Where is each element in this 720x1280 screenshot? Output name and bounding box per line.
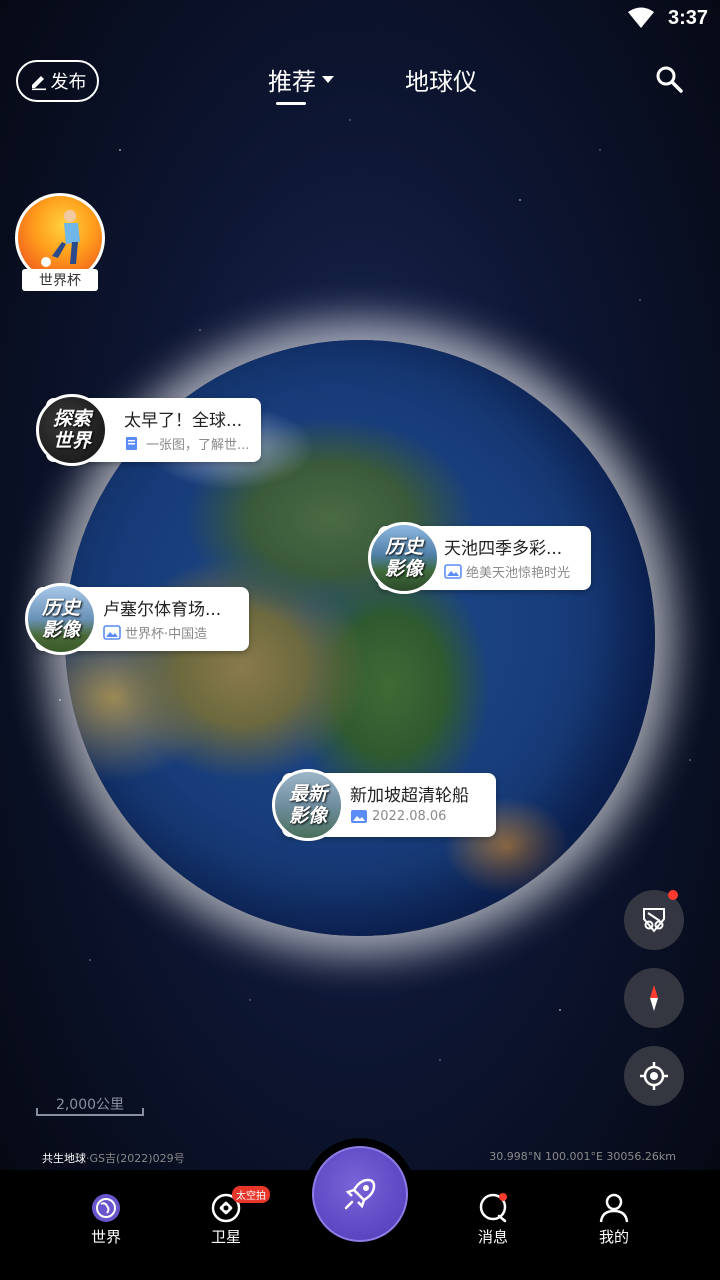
scale-bar: [36, 1108, 144, 1116]
card-thumbnail: 历史 影像: [25, 583, 97, 655]
space-photo-badge: 太空拍: [232, 1186, 270, 1203]
nav-messages[interactable]: 消息: [453, 1192, 533, 1247]
image-icon: [351, 810, 367, 823]
status-bar: 3:37: [0, 0, 720, 38]
status-time: 3:37: [667, 7, 708, 29]
tab-globe-label: 地球仪: [405, 68, 477, 96]
launch-button[interactable]: [312, 1146, 408, 1242]
card-subtitle-text: 世界杯·中国造: [125, 627, 208, 642]
card-subtitle-text: 2022.08.06: [372, 809, 447, 824]
map-scale: 2,000公里: [36, 1094, 144, 1116]
thumb-line-2: 影像: [288, 805, 327, 827]
story-card[interactable]: 最新 影像 新加坡超清轮船 2022.08.06: [272, 769, 496, 841]
globe-icon: [92, 1194, 120, 1222]
nav-profile[interactable]: 我的: [574, 1192, 654, 1247]
article-icon: [126, 437, 137, 450]
story-card[interactable]: 历史 影像 卢塞尔体育场... 世界杯·中国造: [25, 583, 249, 655]
card-thumbnail: 探索 世界: [36, 394, 108, 466]
card-subtitle-text: 绝美天池惊艳时光: [466, 566, 571, 581]
world-cup-label: 世界杯: [22, 269, 98, 291]
card-subtitle: 2022.08.06: [350, 809, 446, 824]
image-icon: [444, 564, 462, 579]
nav-satellite-label: 卫星: [210, 1228, 241, 1246]
copyright-license: ·GS吉(2022)029号: [86, 1152, 185, 1165]
card-title: 卢塞尔体育场...: [103, 600, 222, 620]
search-icon[interactable]: [654, 64, 684, 94]
card-title: 天池四季多彩...: [444, 539, 563, 559]
tab-globe[interactable]: 地球仪: [405, 62, 477, 97]
image-icon: [103, 625, 121, 640]
thumb-line-1: 最新: [288, 783, 327, 805]
thumb-line-2: 世界: [52, 430, 91, 452]
thumb-line-1: 历史: [384, 536, 423, 558]
card-subtitle: 一张图，了解世...: [124, 434, 249, 453]
map-coordinates: 30.998°N 100.001°E 30056.26km: [489, 1150, 676, 1163]
thumb-line-1: 探索: [52, 408, 91, 430]
topic-world-cup[interactable]: 世界杯: [15, 193, 105, 291]
card-title: 新加坡超清轮船: [350, 786, 469, 806]
nav-world-label: 世界: [90, 1228, 121, 1246]
profile-icon: [599, 1193, 629, 1223]
message-icon: [479, 1193, 507, 1223]
copyright-brand: 共生地球: [42, 1152, 86, 1165]
top-tabs: 推荐 地球仪: [0, 60, 720, 105]
card-title: 太早了！全球...: [124, 411, 243, 431]
tab-recommend-label: 推荐: [268, 68, 316, 96]
locate-icon: [640, 1062, 668, 1090]
nav-satellite[interactable]: 卫星 太空拍: [186, 1186, 270, 1247]
notification-dot: [668, 890, 678, 900]
locate-button[interactable]: [624, 1046, 684, 1106]
story-card[interactable]: 探索 世界 太早了！全球... 一张图，了解世...: [36, 394, 261, 466]
tab-recommend[interactable]: 推荐: [268, 62, 334, 105]
compass-icon: [650, 985, 658, 1011]
card-subtitle: 绝美天池惊艳时光: [444, 562, 570, 581]
satellite-view-icon: [643, 908, 665, 933]
wifi-icon: [628, 7, 654, 28]
rocket-icon: [344, 1178, 376, 1210]
card-thumbnail: 最新 影像: [272, 769, 344, 841]
map-copyright: 共生地球·GS吉(2022)029号: [42, 1150, 185, 1166]
thumb-line-2: 影像: [41, 619, 80, 641]
card-thumbnail: 历史 影像: [368, 522, 440, 594]
compass-button[interactable]: [624, 968, 684, 1028]
nav-profile-label: 我的: [598, 1228, 629, 1246]
card-subtitle-text: 一张图，了解世...: [146, 438, 250, 453]
thumb-line-2: 影像: [384, 558, 423, 580]
soccer-player-icon: [41, 210, 80, 267]
card-subtitle: 世界杯·中国造: [103, 623, 207, 642]
nav-world[interactable]: 世界: [66, 1192, 146, 1247]
active-tab-indicator: [276, 102, 306, 105]
story-card[interactable]: 历史 影像 天池四季多彩... 绝美天池惊艳时光: [368, 522, 591, 594]
nav-messages-label: 消息: [477, 1228, 508, 1246]
chevron-down-icon: [322, 76, 334, 83]
thumb-line-1: 历史: [41, 597, 80, 619]
